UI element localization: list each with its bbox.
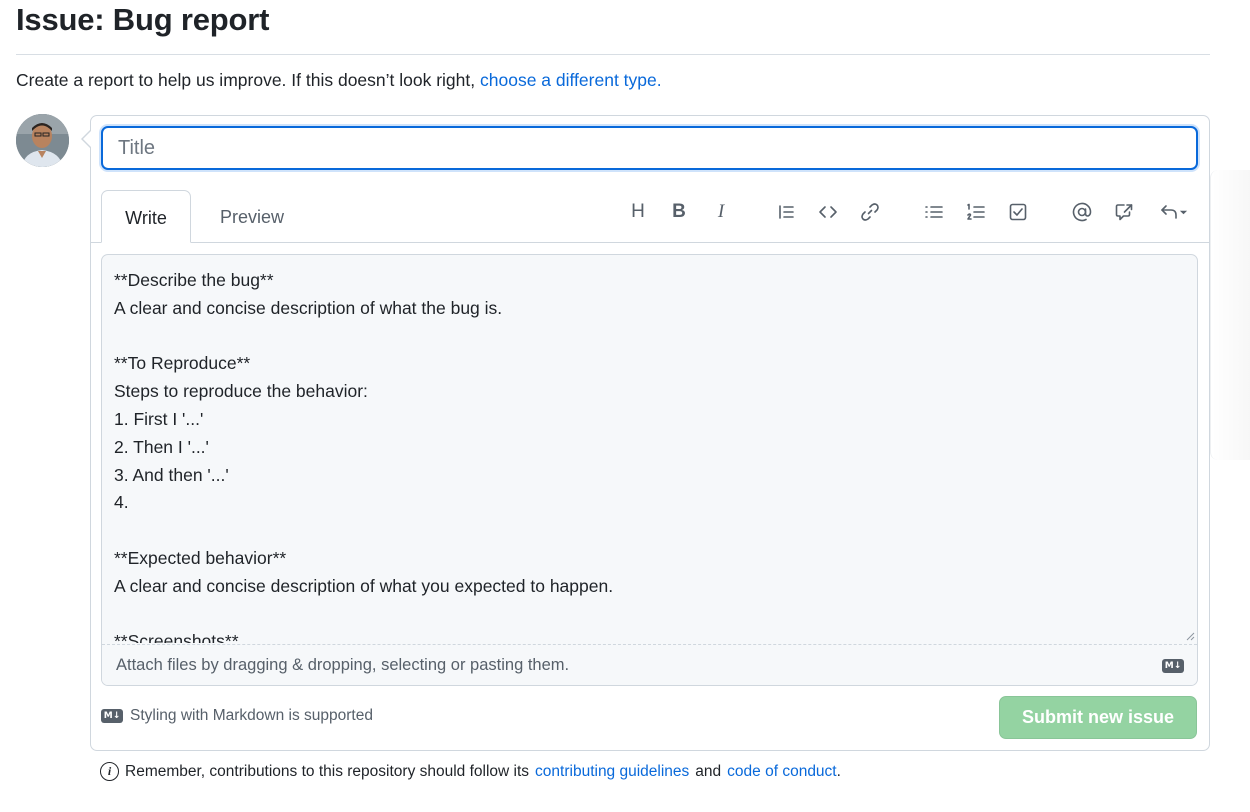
heading-icon: H [631,201,645,222]
ordered-list-button[interactable] [962,198,990,226]
contribution-reminder: i Remember, contributions to this reposi… [100,762,841,781]
markdown-supported-note[interactable]: M↓ Styling with Markdown is supported [101,707,373,725]
title-divider [16,54,1210,55]
avatar-image [16,114,69,167]
task-list-button[interactable] [1004,198,1032,226]
reminder-and-text: and [695,762,722,780]
saved-replies-icon [1160,205,1177,219]
quote-icon [779,205,794,219]
issue-body-editor[interactable]: **Describe the bug** A clear and concise… [101,254,1198,686]
contributing-guidelines-link[interactable]: contributing guidelines [535,763,689,781]
cross-reference-icon [1115,204,1133,221]
quote-button[interactable] [772,198,800,226]
link-icon [861,203,879,221]
issue-body-textarea[interactable]: **Describe the bug** A clear and concise… [114,267,1184,643]
reminder-text: Remember, contributions to this reposito… [125,762,530,780]
italic-button[interactable]: I [707,198,735,226]
issue-title-input[interactable] [101,126,1198,170]
choose-different-type-link[interactable]: choose a different type. [480,70,662,90]
bold-icon: B [672,201,686,222]
unordered-list-button[interactable] [920,198,948,226]
mention-icon [1072,202,1092,222]
resize-handle-icon[interactable] [1185,631,1195,641]
italic-icon: I [717,201,725,222]
template-intro: Create a report to help us improve. If t… [16,70,662,91]
avatar[interactable] [16,114,69,167]
code-of-conduct-link[interactable]: code of conduct [727,763,836,780]
markdown-icon: M↓ [101,709,123,723]
unordered-list-icon [925,206,943,218]
code-button[interactable] [814,198,842,226]
tab-preview[interactable]: Preview [210,190,294,243]
ordered-list-icon [967,203,985,220]
code-icon [819,206,837,218]
chevron-down-icon [1179,210,1187,214]
side-panel-edge [1210,170,1250,460]
saved-replies-button[interactable] [1152,198,1194,226]
tab-write[interactable]: Write [101,190,191,243]
page-title: Issue: Bug report [16,2,270,37]
cross-reference-button[interactable] [1110,198,1138,226]
markdown-note-text: Styling with Markdown is supported [130,707,373,724]
link-button[interactable] [856,198,884,226]
markdown-icon: M↓ [1162,659,1184,673]
intro-text: Create a report to help us improve. If t… [16,70,476,90]
bold-button[interactable]: B [665,198,693,226]
info-icon: i [100,762,119,781]
heading-button[interactable]: H [624,198,652,226]
reminder-period: . [836,762,841,780]
attach-files-bar[interactable]: Attach files by dragging & dropping, sel… [102,644,1197,685]
task-list-icon [1009,203,1027,221]
attach-files-text: Attach files by dragging & dropping, sel… [116,656,570,674]
submit-new-issue-button[interactable]: Submit new issue [999,696,1197,739]
mention-button[interactable] [1068,198,1096,226]
